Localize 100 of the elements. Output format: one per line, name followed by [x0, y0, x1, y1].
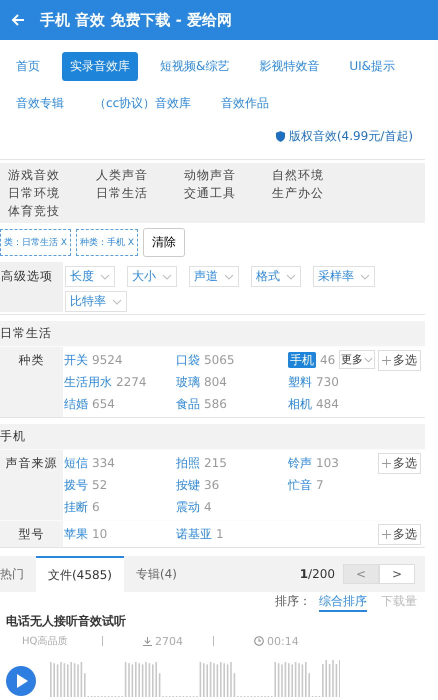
tag-link[interactable]: 手机	[288, 352, 316, 368]
clock-icon	[254, 636, 264, 646]
category-link[interactable]: 游戏音效	[8, 166, 96, 184]
tag-count: 586	[204, 396, 227, 410]
tag-count: 7	[316, 478, 324, 492]
duration: 00:14	[267, 634, 299, 648]
tag-link[interactable]: 生活用水	[64, 374, 112, 390]
filter-dropdown[interactable]: 声道	[189, 266, 239, 287]
tag-link[interactable]: 诺基亚	[176, 526, 212, 542]
more-dropdown[interactable]: 更多	[339, 350, 375, 369]
plus-icon	[382, 459, 391, 468]
tag-link[interactable]: 忙音	[288, 476, 312, 492]
category-link[interactable]: 体育竞技	[8, 202, 96, 220]
tag-link[interactable]: 结婚	[64, 396, 88, 412]
tag-link[interactable]: 震动	[176, 498, 200, 514]
tag-link[interactable]: 挂断	[64, 498, 88, 514]
category-link[interactable]: 交通工具	[184, 184, 272, 202]
play-button[interactable]	[6, 666, 36, 696]
nav-tab[interactable]: 实录音效库	[62, 52, 138, 81]
plus-icon	[382, 530, 391, 539]
tag-count: 103	[316, 456, 339, 470]
row-label: 声音来源	[4, 455, 58, 472]
tag-count: 36	[204, 478, 220, 492]
tag-count: 654	[92, 396, 115, 410]
row-label: 种类	[18, 352, 46, 369]
back-icon[interactable]	[10, 12, 26, 28]
tag-link[interactable]: 口袋	[176, 352, 200, 368]
tag-count: 730	[316, 374, 339, 388]
tag-link[interactable]: 苹果	[64, 526, 88, 542]
tag-link[interactable]: 拨号	[64, 476, 88, 492]
nav-tab[interactable]: 音效作品	[213, 89, 278, 118]
results-tab[interactable]: 文件(4585)	[36, 556, 124, 592]
filter-chip[interactable]: 类：日常生活 X	[0, 229, 72, 256]
tag-link[interactable]: 塑料	[288, 374, 312, 390]
tag-count: 484	[316, 396, 339, 410]
copyright-link[interactable]: 版权音效(4.99元/首起)	[276, 128, 413, 145]
tag-link[interactable]: 铃声	[288, 454, 312, 470]
tag-count: 4	[204, 500, 212, 514]
tag-link[interactable]: 短信	[64, 454, 88, 470]
tag-count: 334	[92, 456, 115, 470]
multi-select-button[interactable]: 多选	[378, 350, 421, 371]
caret-icon	[162, 274, 172, 280]
tag-link[interactable]: 开关	[64, 352, 88, 368]
results-tab[interactable]: 热门	[0, 556, 36, 592]
next-page-button[interactable]: >	[379, 564, 415, 584]
tag-count: 46	[320, 352, 336, 366]
tag-link[interactable]: 食品	[176, 396, 200, 412]
category-link[interactable]: 日常生活	[96, 184, 184, 202]
tag-count: 2274	[116, 374, 147, 388]
tag-link[interactable]: 玻璃	[176, 374, 200, 390]
caret-icon	[100, 274, 110, 280]
nav-tab[interactable]: 音效专辑	[8, 89, 72, 118]
caret-icon	[360, 274, 370, 280]
nav-tab[interactable]: 首页	[8, 52, 48, 81]
sort-option[interactable]: 综合排序	[319, 593, 367, 612]
page-indicator: 1/200	[300, 567, 335, 581]
caret-icon	[286, 274, 296, 280]
tag-count: 52	[92, 478, 108, 492]
tag-link[interactable]: 拍照	[176, 454, 200, 470]
nav-tab[interactable]: （cc协议）音效库	[86, 89, 200, 118]
sound-title[interactable]: 电话无人接听音效试听	[6, 613, 438, 630]
clear-button[interactable]: 清除	[143, 228, 186, 257]
caret-icon	[224, 274, 234, 280]
tag-count: 804	[204, 374, 227, 388]
category-link[interactable]: 人类声音	[96, 166, 184, 184]
caret-icon	[364, 356, 373, 362]
section-title: 日常生活	[0, 325, 53, 342]
page-title: 手机 音效 免费下载 - 爱给网	[40, 10, 232, 30]
category-link[interactable]: 生产办公	[272, 184, 360, 202]
filter-chip[interactable]: 种类：手机 X	[76, 229, 138, 256]
filter-dropdown[interactable]: 格式	[251, 266, 301, 287]
tag-count: 1	[216, 526, 224, 540]
tag-count: 6	[92, 500, 100, 514]
nav-tab[interactable]: 影视特效音	[251, 52, 328, 81]
nav-tab[interactable]: UI&提示	[341, 52, 404, 81]
plus-icon	[382, 356, 391, 365]
nav-tab[interactable]: 短视频&综艺	[152, 52, 238, 81]
category-link[interactable]: 自然环境	[272, 166, 360, 184]
tag-count: 215	[204, 456, 227, 470]
tag-count: 9524	[92, 352, 123, 366]
tag-link[interactable]: 相机	[288, 396, 312, 412]
category-link[interactable]: 日常环境	[8, 184, 96, 202]
filter-dropdown[interactable]: 大小	[127, 266, 177, 287]
download-icon	[143, 636, 152, 646]
download-count: 2704	[155, 634, 183, 648]
shield-icon	[276, 131, 285, 142]
multi-select-button[interactable]: 多选	[378, 453, 421, 474]
quality-label: HQ高品质	[22, 634, 68, 648]
advanced-label: 高级选项	[0, 262, 63, 312]
filter-dropdown[interactable]: 采样率	[313, 266, 375, 287]
sort-label: 排序：	[275, 593, 311, 610]
tag-link[interactable]: 按键	[176, 476, 200, 492]
multi-select-button[interactable]: 多选	[378, 524, 421, 545]
filter-dropdown[interactable]: 比特率	[65, 291, 127, 312]
results-tab[interactable]: 专辑(4)	[124, 556, 189, 592]
row-label: 型号	[18, 526, 46, 543]
filter-dropdown[interactable]: 长度	[65, 266, 115, 287]
category-link[interactable]: 动物声音	[184, 166, 272, 184]
caret-icon	[112, 298, 122, 304]
section-title: 手机	[0, 428, 27, 445]
